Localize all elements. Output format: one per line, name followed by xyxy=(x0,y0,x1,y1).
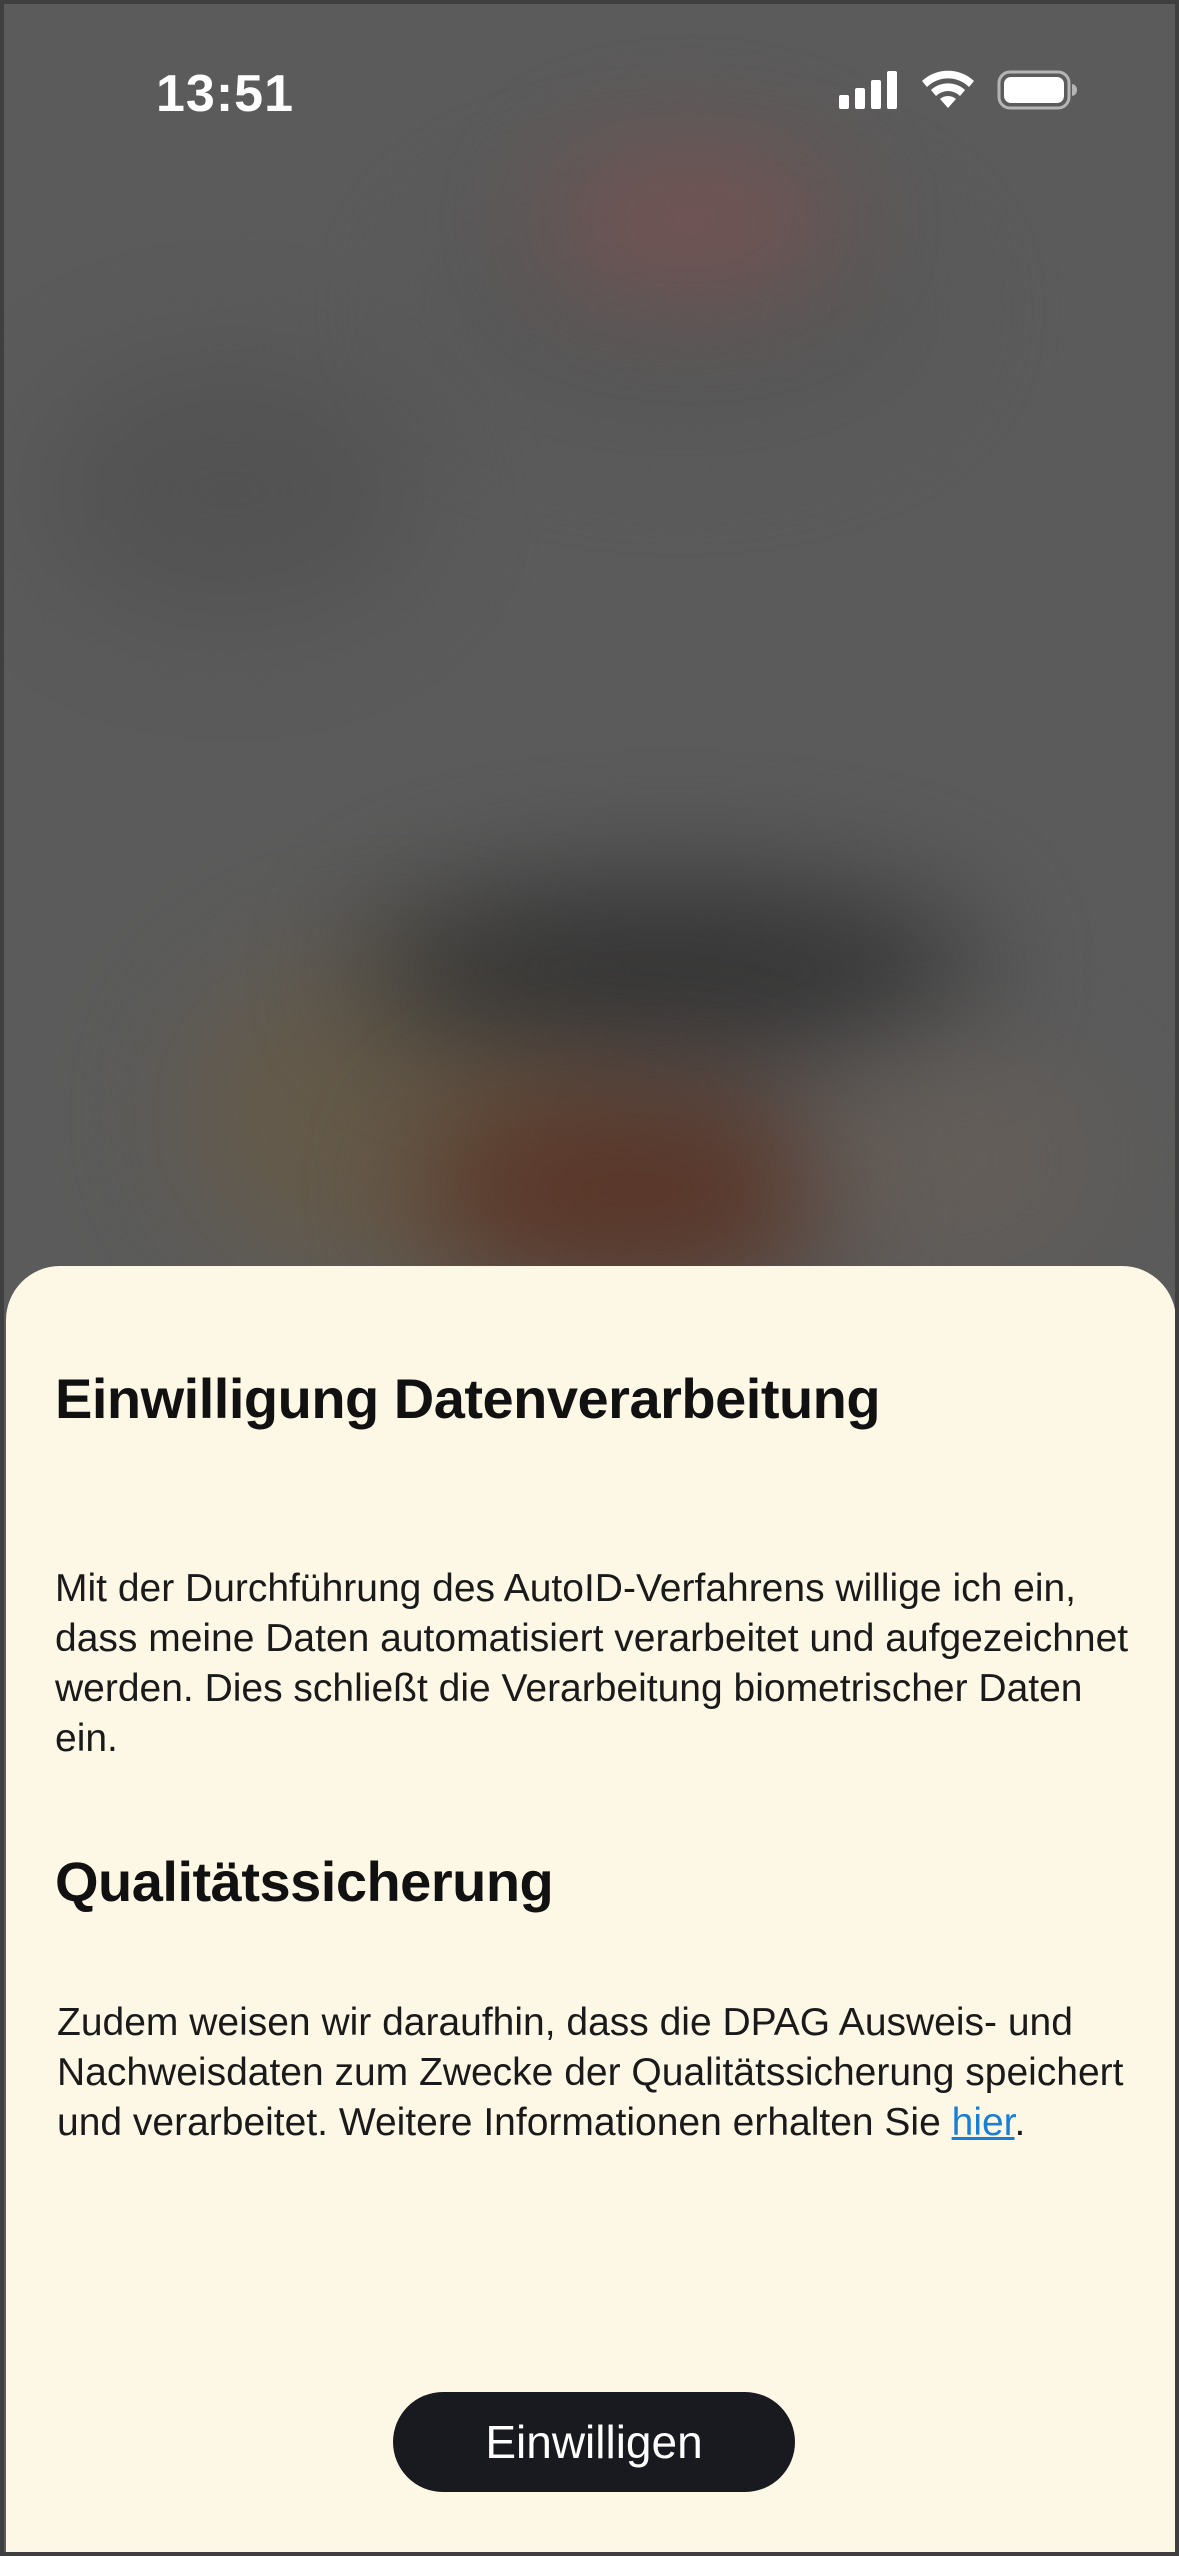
quality-paragraph-end: . xyxy=(1014,2101,1026,2144)
cellular-signal-icon xyxy=(839,71,899,114)
app-screen: 13:51 Einwilligung Datenverarbeitung Mit… xyxy=(0,0,1179,2556)
consent-paragraph: Mit der Durchführung des AutoID-Verfahre… xyxy=(55,1567,1129,1760)
battery-icon xyxy=(997,70,1079,115)
quality-paragraph: Zudem weisen wir daraufhin, dass die DPA… xyxy=(57,1998,1137,2148)
camera-preview-background xyxy=(0,0,1179,1300)
status-time: 13:51 xyxy=(156,65,294,123)
sheet-title: Einwilligung Datenverarbeitung xyxy=(55,1367,881,1430)
status-icons xyxy=(839,70,1079,115)
consent-button[interactable]: Einwilligen xyxy=(393,2392,795,2492)
status-bar: 13:51 xyxy=(0,0,1179,190)
more-info-link[interactable]: hier xyxy=(952,2101,1015,2144)
consent-bottom-sheet: Einwilligung Datenverarbeitung Mit der D… xyxy=(6,1266,1176,2556)
wifi-icon xyxy=(921,70,975,115)
section-title-quality: Qualitätssicherung xyxy=(55,1850,554,1913)
